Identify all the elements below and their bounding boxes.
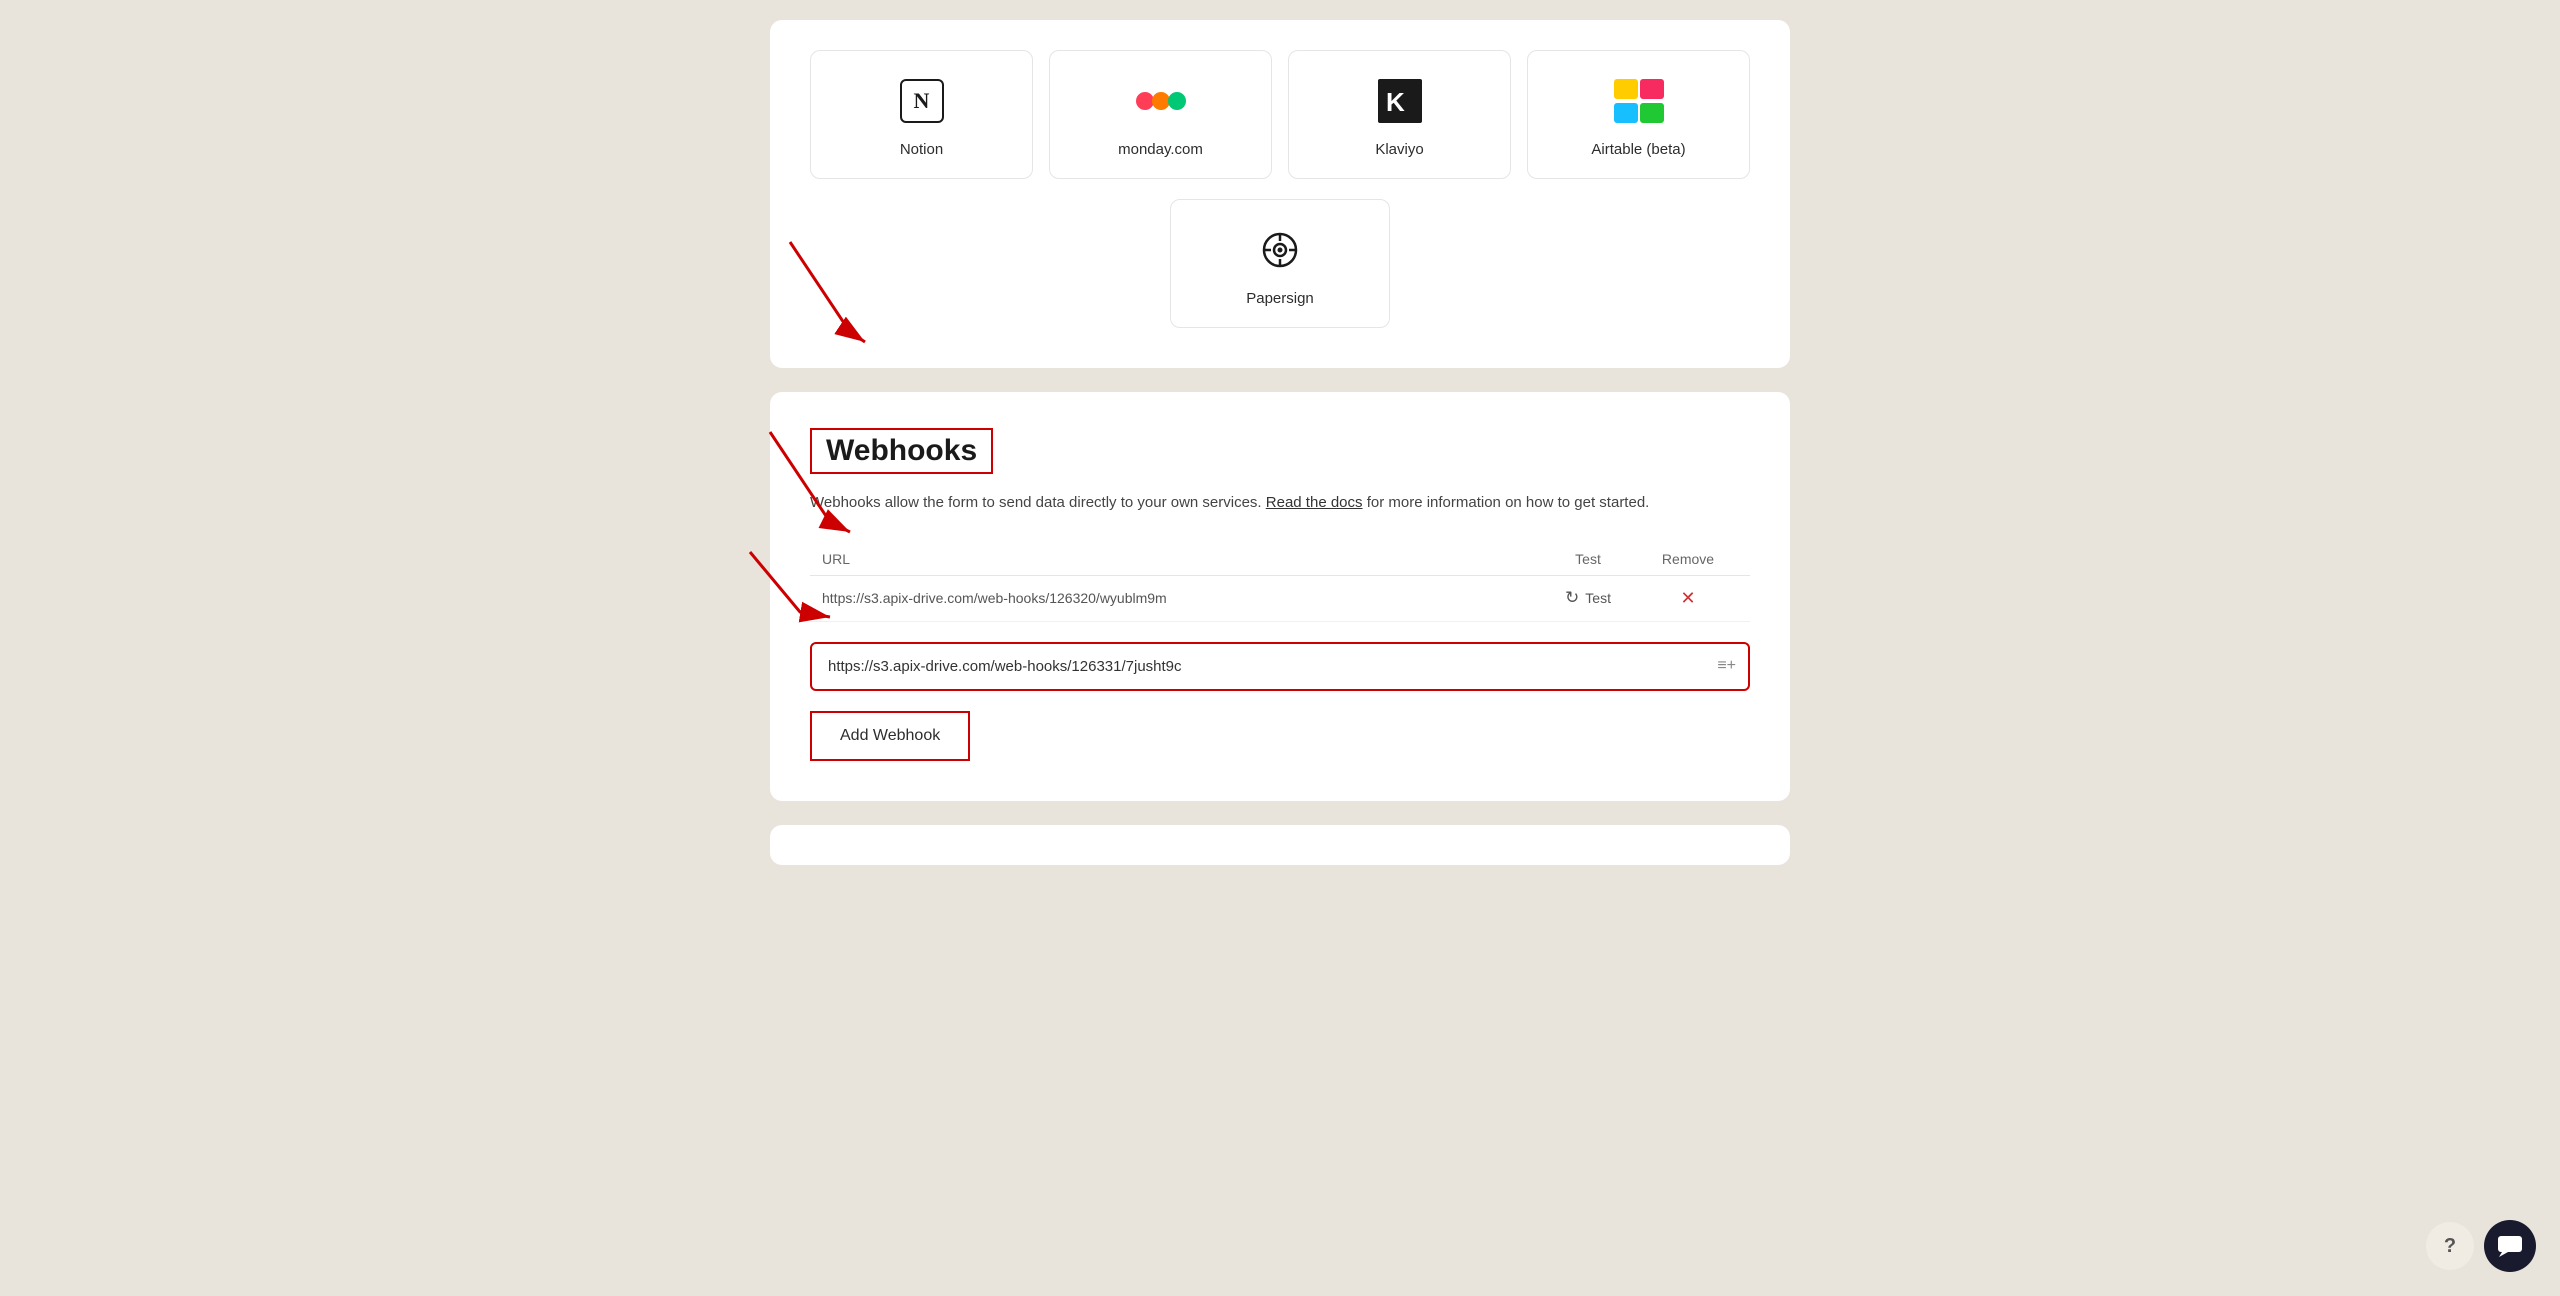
remove-button[interactable]: ✕ — [1680, 588, 1695, 609]
svg-text:K: K — [1386, 87, 1405, 117]
integration-item-notion[interactable]: N Notion — [810, 50, 1033, 179]
test-button[interactable]: ↻ Test — [1538, 588, 1638, 608]
table-row: https://s3.apix-drive.com/web-hooks/1263… — [810, 576, 1750, 622]
test-label: Test — [1585, 590, 1611, 606]
airtable-icon — [1613, 75, 1665, 127]
integration-item-papersign[interactable]: Papersign — [1170, 199, 1390, 328]
webhooks-desc-text: Webhooks allow the form to send data dir… — [810, 494, 1262, 511]
col-header-test: Test — [1538, 551, 1638, 567]
bottom-card — [770, 825, 1790, 865]
webhooks-description: Webhooks allow the form to send data dir… — [810, 492, 1750, 515]
col-header-url: URL — [822, 551, 1538, 567]
integration-name-klaviyo: Klaviyo — [1375, 141, 1423, 158]
integration-name-notion: Notion — [900, 141, 943, 158]
read-docs-link[interactable]: Read the docs — [1266, 494, 1363, 511]
webhooks-table: URL Test Remove https://s3.apix-drive.co… — [810, 543, 1750, 622]
table-header: URL Test Remove — [810, 543, 1750, 576]
integration-name-monday: monday.com — [1118, 141, 1203, 158]
bottom-buttons: ? — [2426, 1220, 2536, 1272]
chat-button[interactable] — [2484, 1220, 2536, 1272]
chat-icon — [2497, 1235, 2523, 1257]
remove-cell: ✕ — [1638, 588, 1738, 609]
webhook-input-row: ≡+ — [810, 642, 1750, 691]
webhooks-title: Webhooks — [826, 434, 977, 468]
integration-name-airtable: Airtable (beta) — [1591, 141, 1685, 158]
col-header-remove: Remove — [1638, 551, 1738, 567]
help-button[interactable]: ? — [2426, 1222, 2474, 1270]
integration-item-klaviyo[interactable]: K Klaviyo — [1288, 50, 1511, 179]
integration-name-papersign: Papersign — [1246, 290, 1314, 307]
papersign-icon — [1254, 224, 1306, 276]
klaviyo-icon: K — [1374, 75, 1426, 127]
integration-item-monday[interactable]: monday.com — [1049, 50, 1272, 179]
webhook-url-cell: https://s3.apix-drive.com/web-hooks/1263… — [822, 590, 1538, 606]
monday-icon — [1135, 75, 1187, 127]
integration-grid: N Notion monday.com — [810, 50, 1750, 179]
add-webhook-button[interactable]: Add Webhook — [812, 713, 968, 759]
add-webhook-button-wrapper: Add Webhook — [810, 711, 970, 761]
refresh-icon: ↻ — [1565, 588, 1579, 608]
webhooks-title-box: Webhooks — [810, 428, 993, 474]
integrations-card: N Notion monday.com — [770, 20, 1790, 368]
papersign-row: Papersign — [810, 199, 1750, 328]
webhook-url-input[interactable] — [810, 642, 1750, 691]
list-add-icon: ≡+ — [1717, 657, 1736, 675]
webhooks-card: Webhooks Webhooks allow the form to send… — [770, 392, 1790, 801]
notion-icon: N — [896, 75, 948, 127]
integration-item-airtable[interactable]: Airtable (beta) — [1527, 50, 1750, 179]
